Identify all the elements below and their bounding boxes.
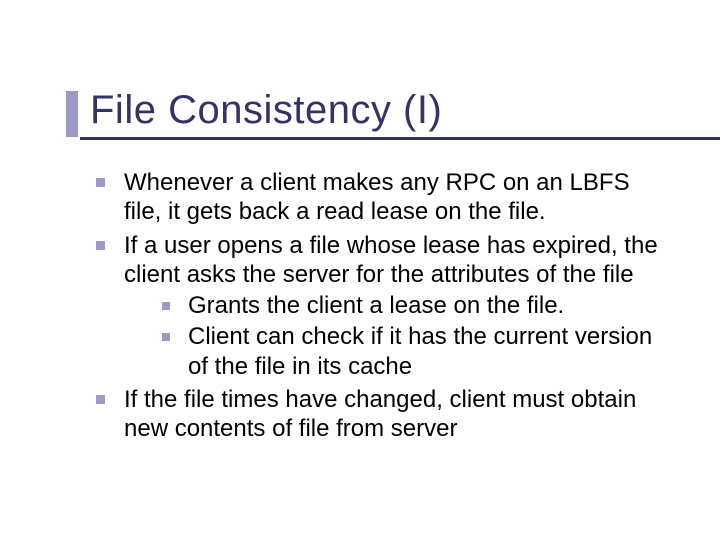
slide: File Consistency (I) Whenever a client m… xyxy=(0,0,720,540)
list-item: Client can check if it has the current v… xyxy=(158,322,670,381)
bullet-text: Client can check if it has the current v… xyxy=(188,323,652,379)
list-item: If a user opens a file whose lease has e… xyxy=(90,231,670,381)
list-item: Whenever a client makes any RPC on an LB… xyxy=(90,168,670,227)
list-item: If the file times have changed, client m… xyxy=(90,385,670,444)
bullet-text: If the file times have changed, client m… xyxy=(124,386,636,442)
slide-body: Whenever a client makes any RPC on an LB… xyxy=(40,168,680,443)
title-accent-bar xyxy=(66,91,78,137)
list-item: Grants the client a lease on the file. xyxy=(158,291,670,320)
title-block: File Consistency (I) xyxy=(40,88,680,132)
bullet-list: Whenever a client makes any RPC on an LB… xyxy=(90,168,670,443)
bullet-text: Grants the client a lease on the file. xyxy=(188,292,564,319)
bullet-text: If a user opens a file whose lease has e… xyxy=(124,232,658,288)
slide-title: File Consistency (I) xyxy=(90,88,680,132)
sub-bullet-list: Grants the client a lease on the file. C… xyxy=(124,291,670,381)
title-underline xyxy=(80,137,720,140)
bullet-text: Whenever a client makes any RPC on an LB… xyxy=(124,169,630,225)
